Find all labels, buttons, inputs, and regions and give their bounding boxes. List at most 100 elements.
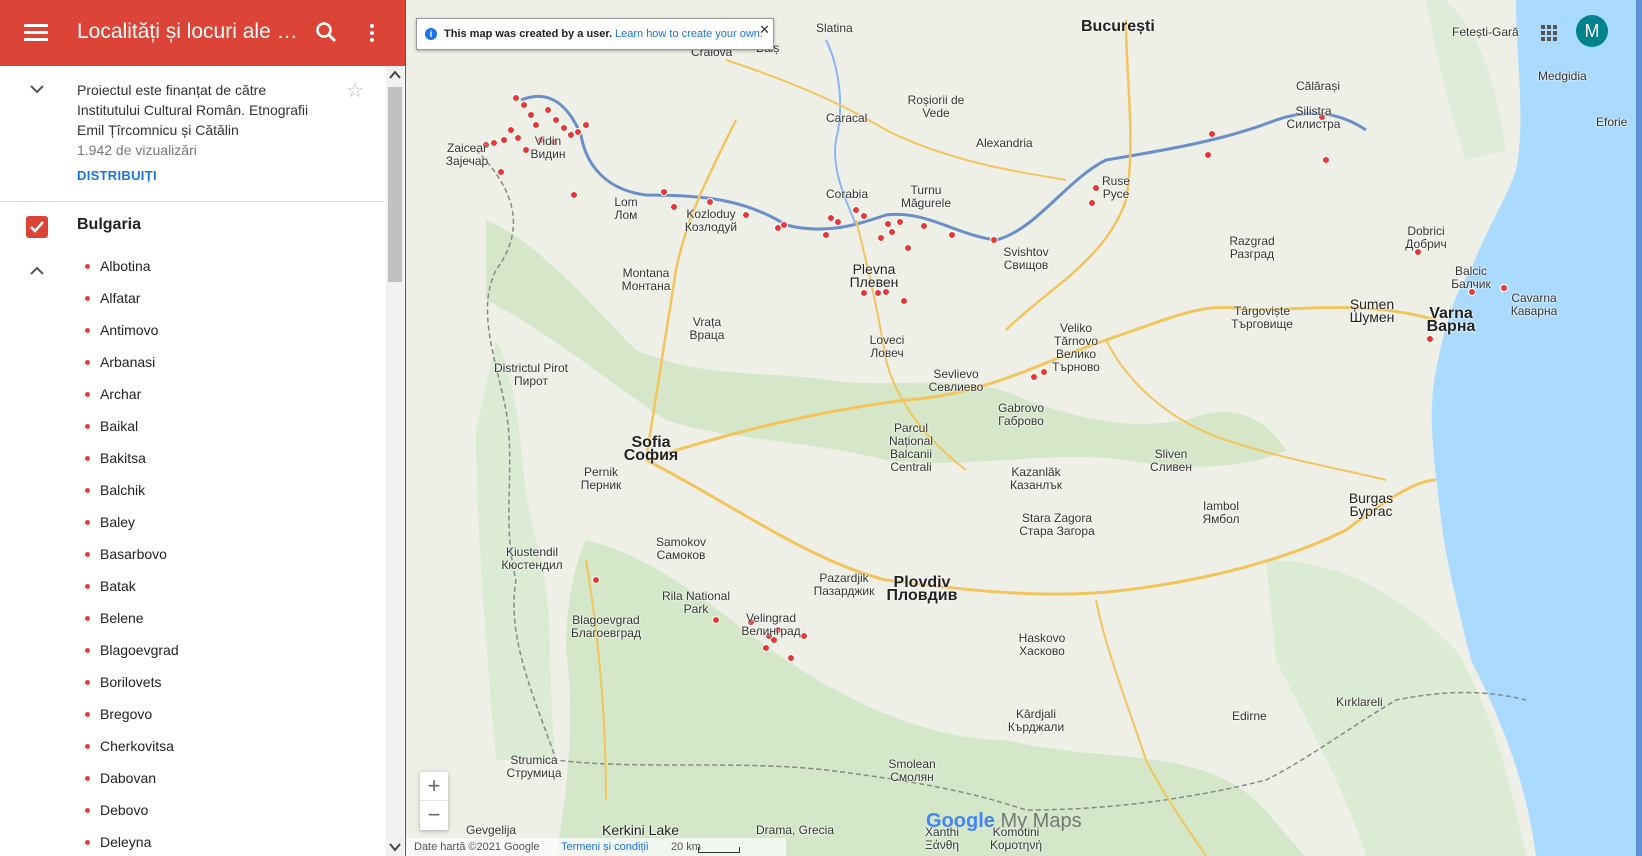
place-label: Blagoevgrad	[100, 642, 179, 658]
scale-label: 20 km	[671, 841, 701, 853]
map-label: Smolean Смолян	[888, 757, 936, 784]
map-label: Cavarna Каварна	[1510, 291, 1558, 318]
marker-dot-icon	[85, 584, 90, 589]
marker-dot-icon	[85, 488, 90, 493]
list-item[interactable]: Albotina	[0, 251, 385, 283]
map-label: Fetești-Gară	[1452, 25, 1519, 39]
place-label: Archar	[100, 386, 142, 402]
map-label: Eforie	[1596, 115, 1628, 129]
star-icon[interactable]: ☆	[346, 78, 364, 103]
map-label: Gabrovo Габрово	[997, 401, 1045, 428]
map-label: Iambol Ямбол	[1202, 499, 1240, 526]
map-canvas[interactable]: București Craiova Slatina Balș Caracal R…	[406, 0, 1642, 856]
list-item[interactable]: Borilovets	[0, 667, 385, 699]
marker-dot-icon	[85, 648, 90, 653]
learn-more-link[interactable]: Learn how to create your own.	[615, 28, 763, 40]
map-label: Kârdjali Кърджали	[1007, 707, 1065, 734]
more-vert-icon[interactable]	[362, 21, 382, 47]
list-item[interactable]: Arbanasi	[0, 347, 385, 379]
place-label: Baley	[100, 514, 136, 530]
terms-link[interactable]: Termeni și condiții	[561, 841, 648, 853]
list-item[interactable]: Belene	[0, 603, 385, 635]
map-label: Caracal	[826, 111, 868, 125]
list-item[interactable]: Baley	[0, 507, 385, 539]
map-label: Turnu Măgurele	[900, 183, 952, 210]
list-item[interactable]: Deleyna	[0, 827, 385, 856]
menu-icon[interactable]	[22, 20, 50, 46]
map-label: Svishtov Свищов	[1003, 245, 1049, 272]
map-label: Călărași	[1296, 79, 1341, 93]
search-icon[interactable]	[314, 20, 340, 46]
list-item[interactable]: Bakitsa	[0, 443, 385, 475]
avatar[interactable]: M	[1576, 15, 1608, 47]
scroll-down-arrow-icon[interactable]	[386, 840, 404, 854]
list-item[interactable]: Antimovo	[0, 315, 385, 347]
list-item[interactable]: Baikal	[0, 411, 385, 443]
list-item[interactable]: Debovo	[0, 795, 385, 827]
scroll-up-arrow-icon[interactable]	[386, 68, 404, 82]
close-icon[interactable]: ✕	[759, 22, 770, 38]
notice-text: This map was created by a user.	[444, 28, 613, 40]
zoom-in-button[interactable]: +	[420, 772, 448, 801]
map-label: Montana Монтана	[621, 266, 671, 293]
layer-name: Bulgaria	[77, 216, 142, 233]
list-item[interactable]: Blagoevgrad	[0, 635, 385, 667]
list-item[interactable]: Basarbovo	[0, 539, 385, 571]
place-label: Albotina	[100, 258, 151, 274]
map-border	[1636, 0, 1642, 856]
map-label: Corabia	[826, 187, 869, 201]
apps-grid-icon[interactable]	[1540, 24, 1558, 42]
layer-checkbox[interactable]	[26, 216, 48, 238]
map-label: Drama, Grecia	[755, 823, 835, 837]
scrollbar-thumb[interactable]	[388, 87, 402, 282]
list-item[interactable]: Bregovo	[0, 699, 385, 731]
marker-dot-icon	[85, 424, 90, 429]
place-label: Deleyna	[100, 834, 152, 850]
list-item[interactable]: Dabovan	[0, 763, 385, 795]
scrollbar[interactable]	[386, 66, 404, 856]
place-label: Baikal	[100, 418, 139, 434]
zoom-controls: + −	[420, 772, 448, 830]
zoom-out-button[interactable]: −	[420, 801, 448, 829]
place-label: Alfatar	[100, 290, 141, 306]
list-item[interactable]: Balchik	[0, 475, 385, 507]
sidebar: Localități și locuri ale m... Proiectul …	[0, 0, 406, 856]
marker-dot-icon	[85, 712, 90, 717]
chevron-down-icon[interactable]	[28, 80, 48, 100]
map-label: Vrața Враца	[689, 315, 725, 342]
place-label: Cherkovitsa	[100, 738, 174, 754]
map-footer: Date hartă ©2021 Google Termeni și condi…	[406, 838, 1642, 856]
list-item[interactable]: Alfatar	[0, 283, 385, 315]
legend-panel: Proiectul este finanțat de către Institu…	[0, 66, 385, 856]
place-label: Basarbovo	[100, 546, 167, 562]
marker-dot-icon	[85, 456, 90, 461]
map-label: Velingrad Велинград	[741, 611, 801, 638]
place-label: Borilovets	[100, 674, 162, 690]
list-item[interactable]: Cherkovitsa	[0, 731, 385, 763]
map-label: Târgoviște Търговище	[1231, 304, 1293, 331]
place-label: Bakitsa	[100, 450, 146, 466]
marker-dot-icon	[85, 776, 90, 781]
share-button[interactable]: DISTRIBUIȚI	[77, 168, 157, 183]
map-label: Slatina	[816, 21, 853, 35]
map-label: Balcic Балчик	[1451, 264, 1491, 291]
marker-dot-icon	[85, 264, 90, 269]
map-label: Rila National Park	[661, 589, 731, 616]
list-item[interactable]: Batak	[0, 571, 385, 603]
map-label: Burgas Бургас	[1348, 490, 1394, 519]
map-label: Ruse Русе	[1101, 174, 1130, 201]
user-map-notice: i This map was created by a user. Learn …	[416, 18, 774, 50]
map-label: Parcul Național Balcanii Centrali	[888, 421, 934, 474]
scale-bar	[698, 847, 740, 853]
map-label: Sliven Сливен	[1150, 447, 1192, 474]
marker-dot-icon	[85, 744, 90, 749]
marker-dot-icon	[85, 520, 90, 525]
brand-google: Google	[926, 810, 995, 832]
map-label: Edirne	[1232, 709, 1267, 723]
list-item[interactable]: Archar	[0, 379, 385, 411]
map-label: Stara Zagora Стара Загора	[1019, 511, 1095, 538]
place-label: Belene	[100, 610, 144, 626]
map-label: Plovdiv Пловдив	[886, 574, 958, 604]
map-label: Kiustendil Кюстендил	[501, 545, 563, 572]
map-label: Veliko Tărnovo Велико Търново	[1052, 321, 1100, 374]
